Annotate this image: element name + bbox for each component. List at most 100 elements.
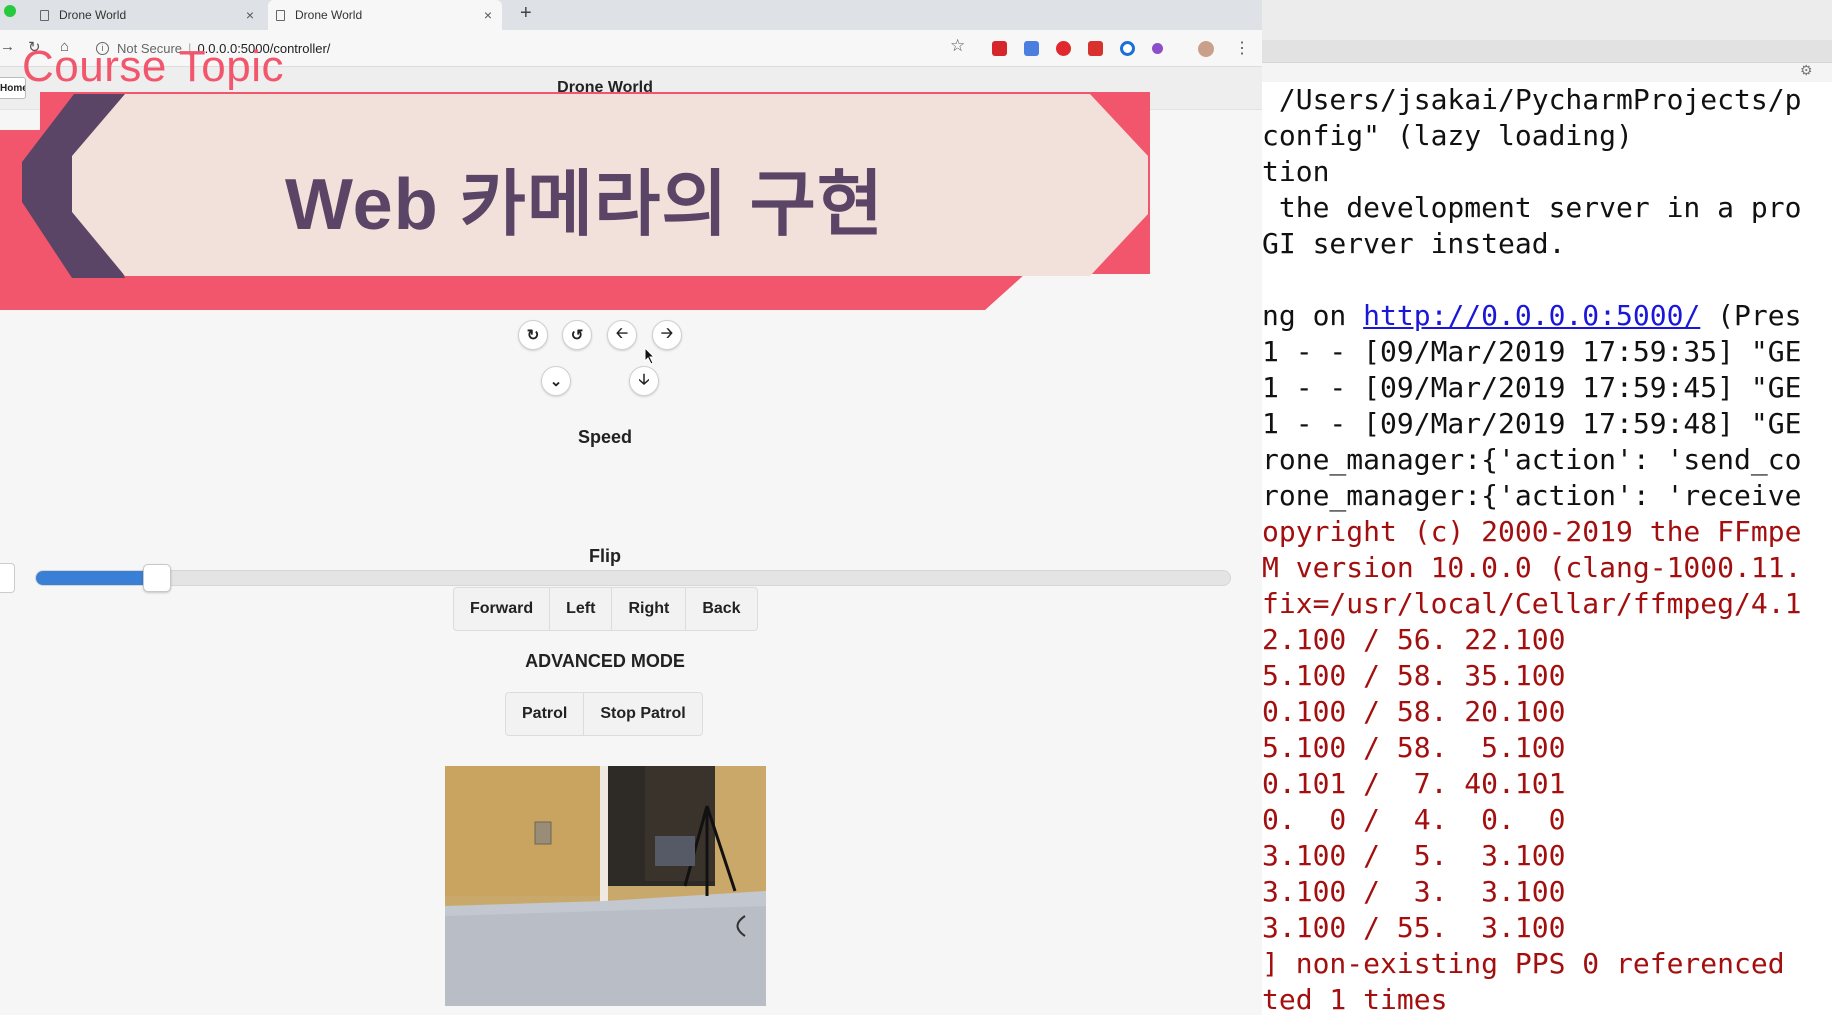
terminal-line: rone_manager:{'action': 'receive	[1262, 478, 1801, 514]
rotate-ccw-icon: ↺	[570, 327, 584, 344]
extension-icon[interactable]	[1152, 43, 1163, 54]
terminal-line-text: the development server in a pro	[1262, 191, 1802, 224]
terminal-line: tion	[1262, 154, 1329, 190]
rotate-ccw-button[interactable]: ↺	[562, 320, 592, 350]
terminal-window: ⚙ /Users/jsakai/PycharmProjects/p config"…	[1262, 0, 1832, 1015]
terminal-output[interactable]: /Users/jsakai/PycharmProjects/p config" (…	[1262, 82, 1832, 1015]
camera-feed	[445, 766, 766, 1006]
terminal-line-text: 0.100 / 58. 20.100	[1262, 695, 1566, 728]
terminal-line: ng on http://0.0.0.0:5000/ (Pres	[1262, 298, 1801, 334]
patrol-button[interactable]: Patrol	[506, 693, 585, 735]
terminal-line: opyright (c) 2000-2019 the FFmpe	[1262, 514, 1801, 550]
terminal-line: 3.100 / 3. 3.100	[1262, 874, 1565, 910]
new-tab-button[interactable]: +	[520, 2, 532, 25]
profile-avatar[interactable]	[1198, 41, 1214, 57]
close-tab-icon[interactable]: ×	[484, 7, 492, 23]
terminal-line: /Users/jsakai/PycharmProjects/p	[1262, 82, 1802, 118]
terminal-line-text: 3.100 / 5. 3.100	[1262, 839, 1566, 872]
terminal-line-text: /Users/jsakai/PycharmProjects/p	[1262, 83, 1802, 116]
terminal-line: 5.100 / 58. 5.100	[1262, 730, 1565, 766]
terminal-line: M version 10.0.0 (clang-1000.11.	[1262, 550, 1801, 586]
right-button[interactable]: 🡢	[652, 320, 682, 350]
down-button[interactable]: ⌄	[541, 366, 571, 396]
terminal-line-text: rone_manager:{'action': 'receive	[1262, 479, 1802, 512]
terminal-line-text: 5.100 / 58. 35.100	[1262, 659, 1566, 692]
flip-button-group: Forward Left Right Back	[453, 587, 758, 631]
extension-icon[interactable]	[1088, 41, 1103, 56]
flip-back-button[interactable]: Back	[686, 588, 756, 630]
terminal-line-suffix: (Pres	[1700, 299, 1802, 332]
server-url-link[interactable]: http://0.0.0.0:5000/	[1363, 299, 1700, 332]
speed-slider-fill	[36, 571, 143, 585]
banner-title: Web 카메라의 구현	[285, 165, 885, 245]
terminal-line-text: 3.100 / 3. 3.100	[1262, 875, 1566, 908]
terminal-line-text: ng on	[1262, 299, 1364, 332]
arrow-down-icon: 🡣	[638, 370, 650, 388]
speed-label: Speed	[577, 427, 633, 447]
forward-icon[interactable]: →	[0, 38, 15, 55]
terminal-line-text: tion	[1262, 155, 1330, 188]
back-button[interactable]: 🡣	[629, 366, 659, 396]
terminal-line-text: 3.100 / 55. 3.100	[1262, 911, 1566, 944]
terminal-line-text: M version 10.0.0 (clang-1000.11.	[1262, 551, 1802, 584]
terminal-line-text: fix=/usr/local/Cellar/ffmpeg/4.1	[1262, 587, 1802, 620]
advanced-mode-label: ADVANCED MODE	[525, 651, 685, 671]
terminal-line: ted 1 times	[1262, 982, 1447, 1015]
flip-forward-button[interactable]: Forward	[454, 588, 551, 630]
slider-decrease-handle[interactable]	[0, 563, 15, 593]
browser-tab-active[interactable]: Drone World ×	[268, 0, 502, 30]
terminal-line-text: 1 - - [09/Mar/2019 17:59:48] "GE	[1262, 407, 1802, 440]
speed-slider-thumb[interactable]	[143, 564, 171, 592]
terminal-line-text: 0. 0 / 4. 0. 0	[1262, 803, 1566, 836]
terminal-line-text: ted 1 times	[1262, 983, 1448, 1015]
terminal-tabbar	[1262, 40, 1832, 63]
tab-title: Drone World	[59, 8, 127, 22]
tab-bar: Drone World × Drone World × +	[0, 0, 1262, 30]
extension-icon[interactable]	[992, 41, 1007, 56]
terminal-line-text: 1 - - [09/Mar/2019 17:59:35] "GE	[1262, 335, 1802, 368]
browser-menu-icon[interactable]: ⋮	[1234, 38, 1250, 58]
mouse-cursor	[644, 347, 656, 365]
course-topic-label: Course Topic	[22, 42, 284, 91]
extension-icon[interactable]	[1120, 41, 1135, 56]
terminal-line: rone_manager:{'action': 'send_co	[1262, 442, 1801, 478]
translate-extension-icon[interactable]	[1024, 41, 1039, 56]
document-icon	[276, 9, 285, 21]
terminal-line-text: config" (lazy loading)	[1262, 119, 1633, 152]
bookmark-star-icon[interactable]: ☆	[950, 36, 965, 56]
terminal-line: fix=/usr/local/Cellar/ffmpeg/4.1	[1262, 586, 1801, 622]
gear-icon[interactable]: ⚙	[1800, 62, 1813, 79]
terminal-line: 2.100 / 56. 22.100	[1262, 622, 1565, 658]
speed-slider[interactable]	[35, 564, 1231, 592]
terminal-line: 5.100 / 58. 35.100	[1262, 658, 1565, 694]
flip-right-button[interactable]: Right	[612, 588, 687, 630]
left-button[interactable]: 🡠	[607, 320, 637, 350]
stop-patrol-button[interactable]: Stop Patrol	[584, 693, 701, 735]
terminal-titlebar	[1262, 0, 1832, 41]
terminal-line-text: 5.100 / 58. 5.100	[1262, 731, 1566, 764]
window-zoom-button[interactable]	[4, 5, 16, 17]
terminal-line: 0. 0 / 4. 0. 0	[1262, 802, 1565, 838]
terminal-line: 1 - - [09/Mar/2019 17:59:45] "GE	[1262, 370, 1801, 406]
terminal-line: GI server instead.	[1262, 226, 1565, 262]
terminal-line: ] non-existing PPS 0 referenced	[1262, 946, 1785, 982]
document-icon	[40, 9, 49, 21]
chevron-down-icon: ⌄	[549, 373, 563, 390]
flip-label: Flip	[589, 546, 621, 566]
rotate-cw-button[interactable]: ↻	[518, 320, 548, 350]
browser-tab[interactable]: Drone World ×	[32, 0, 264, 30]
tab-title: Drone World	[295, 8, 363, 22]
terminal-line: 1 - - [09/Mar/2019 17:59:48] "GE	[1262, 406, 1801, 442]
terminal-line: the development server in a pro	[1262, 190, 1802, 226]
terminal-line-text: GI server instead.	[1262, 227, 1566, 260]
flip-left-button[interactable]: Left	[550, 588, 613, 630]
close-tab-icon[interactable]: ×	[246, 7, 254, 23]
terminal-line: 0.101 / 7. 40.101	[1262, 766, 1565, 802]
rotate-cw-icon: ↻	[526, 327, 540, 344]
adblock-extension-icon[interactable]	[1056, 41, 1071, 56]
terminal-line-text: ] non-existing PPS 0 referenced	[1262, 947, 1785, 980]
terminal-line-text: rone_manager:{'action': 'send_co	[1262, 443, 1802, 476]
browser-window: Drone World × Drone World × + → ↻ ⌂ i No…	[0, 0, 1262, 1015]
terminal-line: config" (lazy loading)	[1262, 118, 1633, 154]
terminal-line-text: 1 - - [09/Mar/2019 17:59:45] "GE	[1262, 371, 1802, 404]
